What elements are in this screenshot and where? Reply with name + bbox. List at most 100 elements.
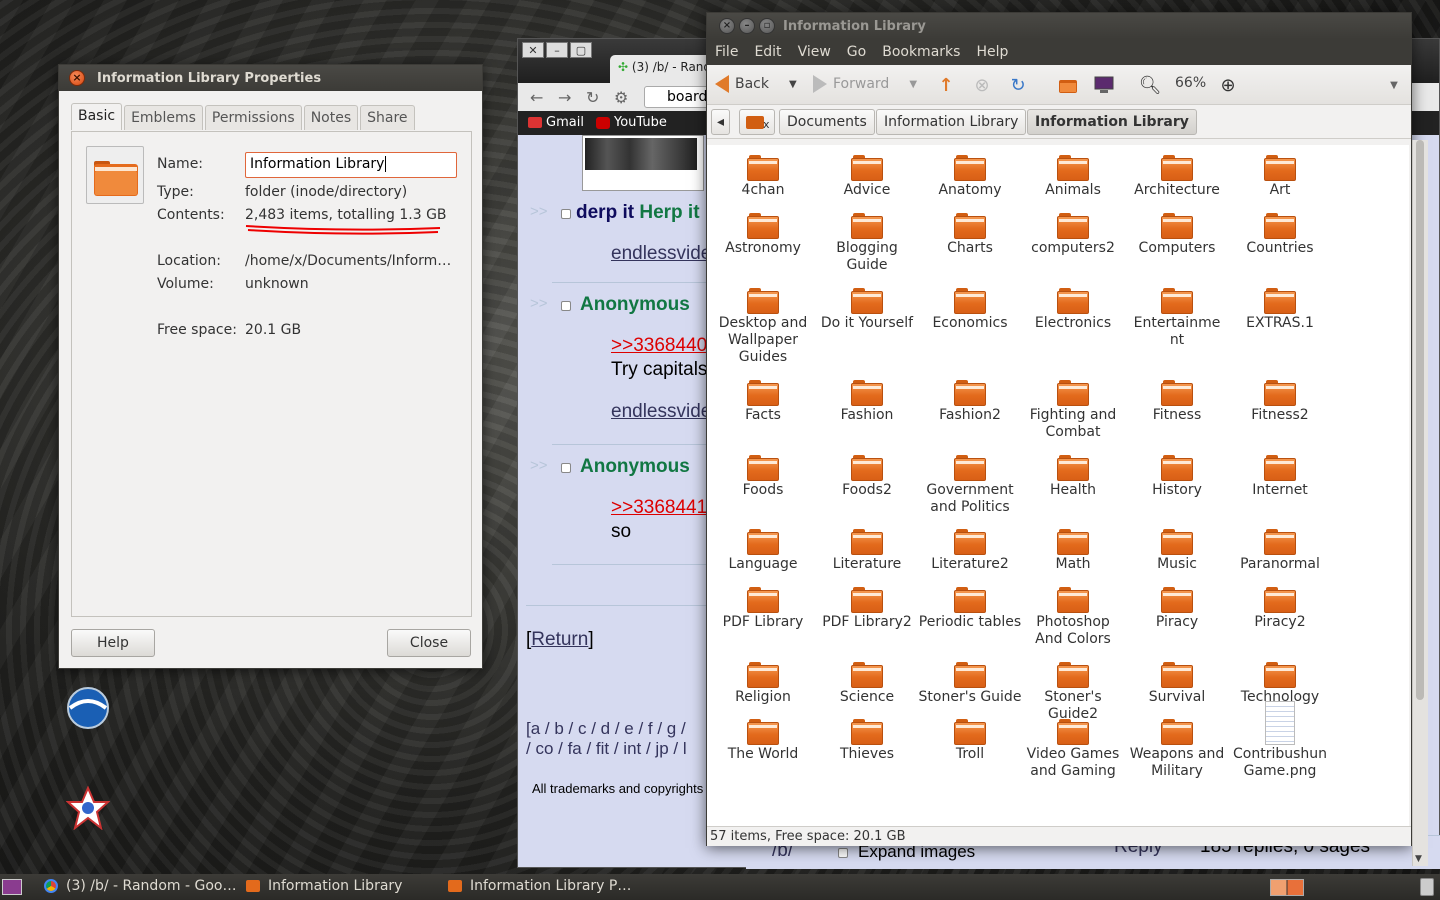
folder-item[interactable]: Architecture: [1125, 155, 1229, 199]
zoom-out-icon[interactable]: 🔍︎: [1139, 74, 1162, 96]
expand-checkbox[interactable]: [838, 848, 848, 858]
folder-item[interactable]: Language: [711, 529, 815, 573]
tab-emblems[interactable]: Emblems: [124, 105, 203, 130]
folder-item[interactable]: Internet: [1228, 455, 1332, 499]
help-button[interactable]: Help: [71, 629, 155, 657]
folder-item[interactable]: Math: [1021, 529, 1125, 573]
folder-item[interactable]: Computers: [1125, 213, 1229, 257]
folder-icon[interactable]: [86, 146, 144, 204]
back-arrow-icon[interactable]: ←: [530, 88, 543, 107]
up-arrow-icon[interactable]: ↑: [935, 74, 957, 96]
post-quote-link[interactable]: >>3368440: [611, 335, 707, 357]
folder-item[interactable]: Literature2: [918, 529, 1022, 573]
menu-go[interactable]: Go: [839, 44, 874, 60]
browser-maximize-button[interactable]: ▢: [570, 42, 592, 58]
folder-item[interactable]: Video Games and Gaming: [1021, 719, 1125, 780]
tab-permissions[interactable]: Permissions: [204, 105, 302, 130]
folder-item[interactable]: Contribushun Game.png: [1228, 701, 1332, 780]
back-button[interactable]: Back ▼: [715, 75, 797, 93]
path-root-icon[interactable]: x: [739, 109, 775, 135]
folder-item[interactable]: PDF Library: [711, 587, 815, 631]
bookmark-youtube[interactable]: YouTube: [596, 115, 667, 130]
folder-item[interactable]: 4chan: [711, 155, 815, 199]
folder-item[interactable]: Art: [1228, 155, 1332, 199]
folder-item[interactable]: Science: [815, 662, 919, 706]
forward-arrow-icon[interactable]: →: [558, 88, 571, 107]
folder-item[interactable]: Countries: [1228, 213, 1332, 257]
folder-item[interactable]: Anatomy: [918, 155, 1022, 199]
stop-icon[interactable]: ⊗: [971, 74, 993, 96]
show-desktop-icon[interactable]: [2, 879, 22, 895]
folder-item[interactable]: Music: [1125, 529, 1229, 573]
folder-item[interactable]: Photoshop And Colors: [1021, 587, 1125, 648]
workspace-switcher-icon[interactable]: [1270, 879, 1304, 896]
post-quote-link[interactable]: >>3368441: [611, 497, 707, 519]
board-links-row-2[interactable]: / co / fa / fit / int / jp / l: [526, 739, 687, 759]
app-star-icon[interactable]: [65, 785, 111, 831]
folder-item[interactable]: Health: [1021, 455, 1125, 499]
reload-icon[interactable]: ↻: [586, 88, 599, 107]
tab-notes[interactable]: Notes: [303, 105, 359, 130]
computer-icon[interactable]: [1093, 74, 1115, 96]
folder-item[interactable]: Religion: [711, 662, 815, 706]
post-link[interactable]: endlessvide: [611, 243, 711, 265]
bookmark-gmail[interactable]: Gmail: [528, 115, 584, 130]
path-documents[interactable]: Documents: [779, 109, 875, 135]
close-button[interactable]: Close: [387, 629, 471, 657]
zoom-in-icon[interactable]: ⊕: [1217, 74, 1239, 96]
browser-close-button[interactable]: ✕: [522, 42, 544, 58]
post-link[interactable]: endlessvide: [611, 401, 711, 423]
forward-dropdown-icon[interactable]: ▼: [909, 79, 917, 90]
folder-item[interactable]: Fashion2: [918, 380, 1022, 424]
folder-item[interactable]: Stoner's Guide: [918, 662, 1022, 706]
tab-share[interactable]: Share: [360, 105, 415, 130]
folder-item[interactable]: Foods2: [815, 455, 919, 499]
folder-item[interactable]: Fitness2: [1228, 380, 1332, 424]
folder-item[interactable]: Electronics: [1021, 288, 1125, 332]
taskbar-item-file-manager[interactable]: Information Library: [246, 878, 402, 894]
window-close-icon[interactable]: ×: [719, 18, 735, 34]
folder-item[interactable]: Astronomy: [711, 213, 815, 257]
folder-item[interactable]: Blogging Guide: [815, 213, 919, 274]
folder-item[interactable]: Thieves: [815, 719, 919, 763]
folder-item[interactable]: EXTRAS.1: [1228, 288, 1332, 332]
path-current-folder[interactable]: Information Library: [1027, 109, 1197, 135]
folder-item[interactable]: Piracy2: [1228, 587, 1332, 631]
board-links-row-1[interactable]: [a / b / c / d / e / f / g /: [526, 719, 686, 739]
window-maximize-icon[interactable]: ▫: [759, 18, 775, 34]
folder-item[interactable]: PDF Library2: [815, 587, 919, 631]
folder-item[interactable]: Technology: [1228, 662, 1332, 706]
tab-basic[interactable]: Basic: [71, 103, 123, 130]
folder-item[interactable]: Do it Yourself: [815, 288, 919, 332]
folder-item[interactable]: Paranormal: [1228, 529, 1332, 573]
folder-item[interactable]: Fashion: [815, 380, 919, 424]
reload-icon[interactable]: ↻: [1007, 74, 1029, 96]
dialog-close-icon[interactable]: ×: [69, 70, 85, 86]
folder-item[interactable]: Desktop and Wallpaper Guides: [711, 288, 815, 366]
forward-button[interactable]: Forward ▼: [813, 75, 917, 93]
post-checkbox[interactable]: [561, 209, 571, 219]
path-information-library[interactable]: Information Library: [876, 109, 1027, 135]
taskbar-item-properties[interactable]: Information Library P…: [448, 878, 631, 894]
folder-item[interactable]: Facts: [711, 380, 815, 424]
post-checkbox[interactable]: [561, 463, 571, 473]
folder-item[interactable]: Periodic tables: [918, 587, 1022, 631]
folder-item[interactable]: Fitness: [1125, 380, 1229, 424]
folder-item[interactable]: Entertainme nt: [1125, 288, 1229, 349]
scroll-thumb[interactable]: [1416, 140, 1424, 700]
folder-item[interactable]: The World: [711, 719, 815, 763]
post-checkbox[interactable]: [561, 301, 571, 311]
menu-file[interactable]: File: [707, 44, 746, 60]
folder-item[interactable]: Stoner's Guide2: [1021, 662, 1125, 723]
puzzle-icon[interactable]: ⚙: [614, 88, 628, 107]
menu-view[interactable]: View: [790, 44, 839, 60]
folder-item[interactable]: Economics: [918, 288, 1022, 332]
google-earth-icon[interactable]: [66, 686, 110, 730]
folder-item[interactable]: Troll: [918, 719, 1022, 763]
folder-item[interactable]: Survival: [1125, 662, 1229, 706]
menu-help[interactable]: Help: [968, 44, 1016, 60]
toolbar-overflow-icon[interactable]: ▼: [1383, 74, 1405, 96]
taskbar-item-browser[interactable]: (3) /b/ - Random - Goo…: [44, 878, 236, 894]
scroll-down-icon[interactable]: ▼: [1415, 854, 1422, 864]
menu-edit[interactable]: Edit: [746, 44, 789, 60]
